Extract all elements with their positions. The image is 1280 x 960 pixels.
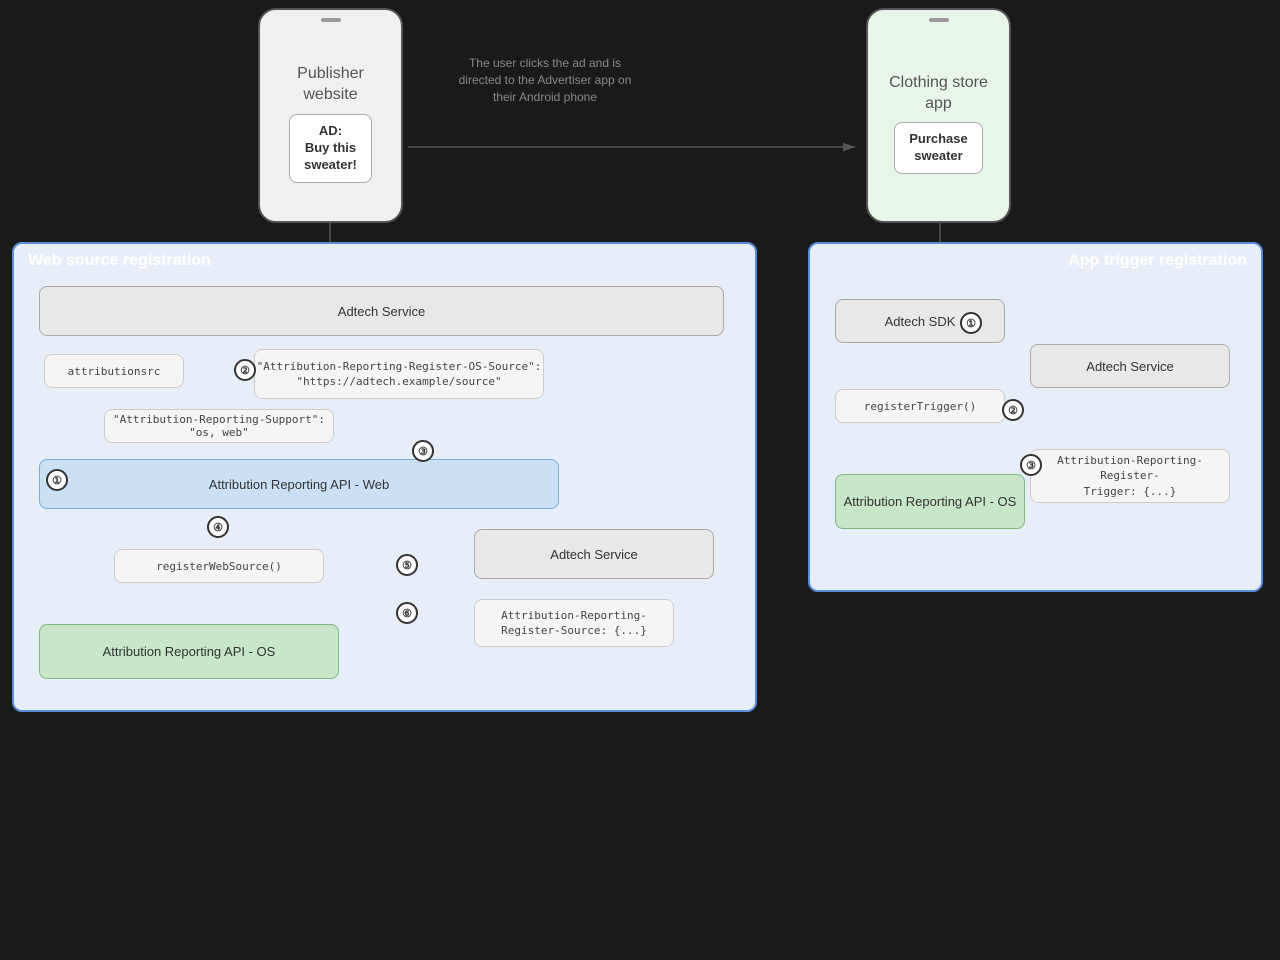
adtech-service-web: Adtech Service [39,286,724,336]
adtech-service-app-label: Adtech Service [1086,359,1173,374]
circle-3-app: ③ [1020,454,1042,476]
adtech-service-bottom: Adtech Service [474,529,714,579]
adtech-sdk-label: Adtech SDK [885,314,956,329]
support-header-box: "Attribution-Reporting-Support": "os, we… [104,409,334,443]
publisher-phone-title: Publisherwebsite [297,64,364,106]
attribution-api-os-right-label: Attribution Reporting API - OS [844,494,1017,509]
publisher-phone-ad: AD:Buy thissweater! [289,114,372,183]
attributionsrc-box: attributionsrc [44,354,184,388]
clothing-phone-notch [929,18,949,22]
web-source-panel: Web source registration Adtech Service a… [12,242,757,712]
register-trigger-header-box: Attribution-Reporting-Register-Trigger: … [1030,449,1230,503]
app-trigger-panel: App trigger registration App trigger reg… [808,242,1263,592]
register-trigger-label: registerTrigger() [864,400,977,413]
publisher-phone: Publisherwebsite AD:Buy thissweater! [258,8,403,223]
attribution-api-os-right: Attribution Reporting API - OS [835,474,1025,529]
attribution-api-web: Attribution Reporting API - Web [39,459,559,509]
attribution-api-os-left: Attribution Reporting API - OS [39,624,339,679]
circle-3-web: ③ [412,440,434,462]
circle-1-web: ① [46,469,68,491]
circle-1-app: ① [960,312,982,334]
purchase-label: Purchasesweater [909,131,968,163]
register-web-source-box: registerWebSource() [114,549,324,583]
clothing-phone-title: Clothing storeapp [889,73,988,115]
publisher-phone-screen: Publisherwebsite AD:Buy thissweater! [267,26,394,221]
ad-label: AD:Buy thissweater! [304,123,357,172]
attribution-api-os-left-label: Attribution Reporting API - OS [103,644,276,659]
main-canvas: Publisherwebsite AD:Buy thissweater! Clo… [0,0,1280,960]
register-os-source-label: "Attribution-Reporting-Register-OS-Sourc… [257,359,542,390]
register-source-header-box: Attribution-Reporting-Register-Source: {… [474,599,674,647]
support-header-label: "Attribution-Reporting-Support": "os, we… [105,413,333,439]
circle-2-app: ② [1002,399,1024,421]
user-click-annotation: The user clicks the ad and isdirected to… [440,55,650,105]
attribution-api-web-label: Attribution Reporting API - Web [209,477,389,492]
attributionsrc-label: attributionsrc [68,365,161,378]
circle-5-web: ⑤ [396,554,418,576]
register-trigger-box: registerTrigger() [835,389,1005,423]
register-source-header-label: Attribution-Reporting-Register-Source: {… [501,608,647,639]
clothing-phone-screen: Clothing storeapp Purchasesweater [875,26,1002,221]
clothing-phone-button: Purchasesweater [894,122,983,174]
publisher-phone-notch [321,18,341,22]
clothing-phone: Clothing storeapp Purchasesweater [866,8,1011,223]
register-web-source-label: registerWebSource() [156,560,282,573]
adtech-service-web-label: Adtech Service [338,304,425,319]
circle-4-web: ④ [207,516,229,538]
annotation-text: The user clicks the ad and isdirected to… [459,56,632,104]
register-os-source-box: "Attribution-Reporting-Register-OS-Sourc… [254,349,544,399]
register-trigger-header-label: Attribution-Reporting-Register-Trigger: … [1031,453,1229,499]
adtech-service-bottom-label: Adtech Service [550,547,637,562]
web-panel-title: Web source registration [28,252,211,270]
adtech-service-app: Adtech Service [1030,344,1230,388]
circle-6-web: ⑥ [396,602,418,624]
app-panel-title-pos: App trigger registration [1068,252,1247,270]
circle-2-web: ② [234,359,256,381]
